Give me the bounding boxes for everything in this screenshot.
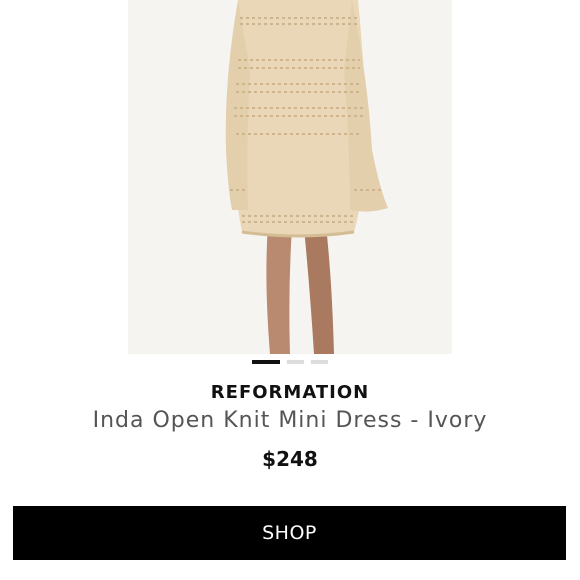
dress-photo: [128, 0, 452, 354]
product-image[interactable]: [128, 0, 452, 354]
product-title: Inda Open Knit Mini Dress - Ivory: [92, 408, 488, 433]
product-price: $248: [262, 447, 318, 471]
shop-button[interactable]: SHOP: [13, 506, 566, 560]
product-card: REFORMATION Inda Open Knit Mini Dress - …: [0, 0, 580, 580]
carousel-dot-1[interactable]: [252, 360, 280, 364]
carousel-dot-3[interactable]: [311, 360, 328, 364]
carousel-dot-2[interactable]: [287, 360, 304, 364]
brand-name: REFORMATION: [210, 382, 370, 403]
carousel-indicator: [0, 360, 580, 366]
